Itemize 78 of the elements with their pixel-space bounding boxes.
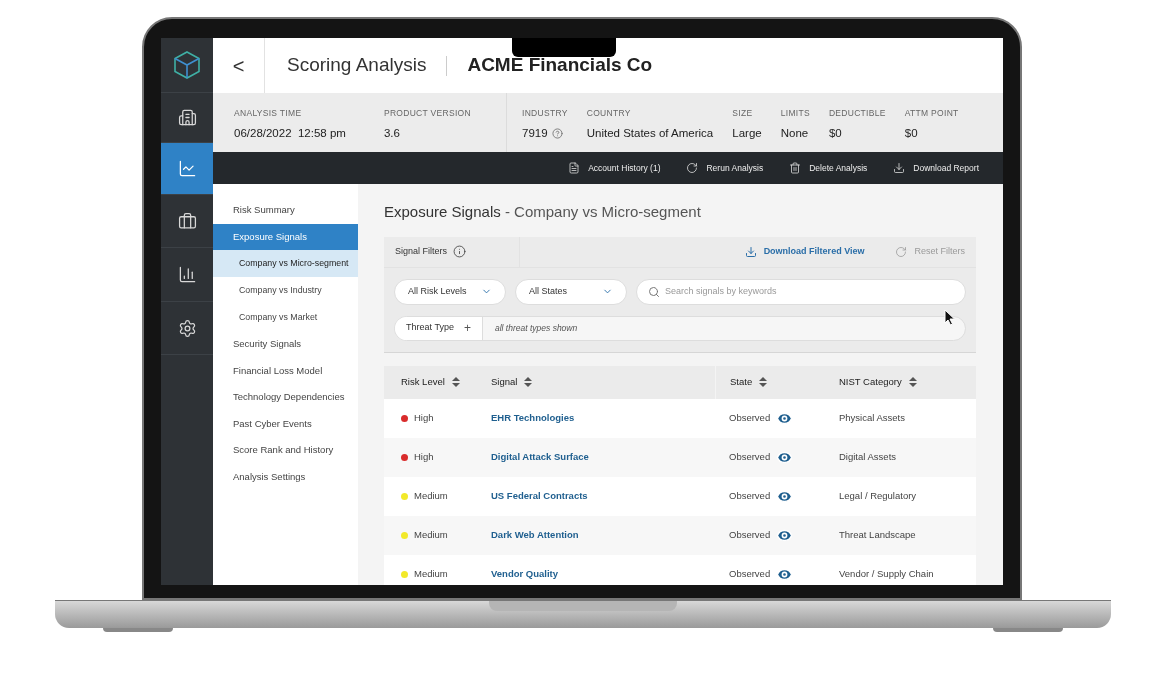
state-value: Observed	[729, 566, 771, 581]
refresh-icon	[895, 245, 908, 258]
column-header[interactable]: Risk Level	[384, 365, 475, 399]
risk-level: High	[414, 449, 434, 464]
info-icon[interactable]	[453, 245, 467, 258]
info-label: ATTM POINT	[904, 107, 959, 120]
info-label: INDUSTRY	[522, 107, 568, 120]
cube-logo-icon	[174, 51, 200, 79]
trash-icon	[789, 162, 802, 174]
info-value: United States of America	[586, 125, 714, 141]
state-value: Observed	[729, 410, 771, 425]
download-view-link[interactable]: Download Filtered View	[744, 244, 865, 259]
download-icon	[893, 162, 906, 174]
action-button[interactable]: Account History (1)	[568, 161, 661, 175]
search-input[interactable]: Search signals by keywords	[665, 284, 954, 299]
page-heading: Scoring Analysis	[287, 53, 427, 78]
filter-dropdown[interactable]: All Risk Levels	[394, 278, 506, 305]
info-value: 3.6	[383, 125, 401, 141]
settings-icon	[177, 318, 197, 338]
filter-dropdown[interactable]: All States	[515, 278, 627, 305]
state-value: Observed	[729, 449, 771, 464]
company-name: ACME Financials Co	[467, 53, 653, 78]
nist-category: Vendor / Supply Chain	[839, 566, 934, 581]
table-row[interactable]: Medium Dark Web Attention Observed Threat Landscape	[384, 515, 976, 555]
download-icon	[744, 245, 757, 258]
action-button[interactable]: Download Report	[893, 161, 979, 175]
info-label: PRODUCT VERSION	[383, 107, 471, 120]
filters-title: Signal Filters	[395, 244, 448, 258]
info-label: LIMITS	[780, 107, 810, 120]
sort-icon	[451, 377, 460, 387]
info-label: DEDUCTIBLE	[828, 107, 886, 120]
building-icon	[177, 108, 197, 127]
state-value: Observed	[729, 488, 771, 503]
line-chart-icon	[177, 159, 197, 178]
threat-type-value: all threat types shown	[495, 321, 578, 335]
info-label: COUNTRY	[586, 107, 632, 120]
info-value: 7919	[522, 125, 548, 141]
nist-category: Digital Assets	[839, 449, 897, 464]
sort-icon	[908, 377, 917, 387]
nist-category: Physical Assets	[839, 410, 905, 425]
risk-level: Medium	[414, 488, 448, 503]
signal-link[interactable]: US Federal Contracts	[491, 489, 588, 501]
signal-link[interactable]: Digital Attack Surface	[491, 450, 589, 462]
action-button[interactable]: Rerun Analysis	[686, 161, 764, 175]
column-header[interactable]: NIST Category	[839, 365, 976, 399]
info-label: SIZE	[732, 107, 754, 120]
risk-level: Medium	[414, 527, 448, 542]
threat-type-button[interactable]: Threat Type +	[395, 316, 483, 340]
document-icon	[568, 162, 581, 174]
refresh-icon	[686, 162, 699, 174]
column-header[interactable]: State	[715, 365, 839, 399]
signal-link[interactable]: EHR Technologies	[491, 411, 575, 423]
sort-icon	[524, 377, 533, 387]
signal-link[interactable]: Vendor Quality	[491, 567, 559, 579]
info-value: $0	[828, 125, 842, 141]
table-row[interactable]: High Digital Attack Surface Observed Digital Assets	[384, 437, 976, 477]
signal-link[interactable]: Dark Web Attention	[491, 528, 579, 540]
info-label: ANALYSIS TIME	[234, 107, 303, 120]
search-field[interactable]: Search signals by keywords	[636, 278, 966, 305]
column-header[interactable]: Signal	[475, 365, 715, 399]
info-value: Large	[732, 125, 762, 141]
search-icon	[648, 285, 660, 298]
risk-level: Medium	[414, 566, 448, 581]
state-value: Observed	[729, 527, 771, 542]
help-icon[interactable]	[551, 127, 563, 139]
nist-category: Legal / Regulatory	[839, 488, 917, 503]
info-value: None	[780, 125, 809, 141]
nav-item[interactable]: Exposure Signals	[213, 223, 358, 250]
nav-item[interactable]: Company vs Micro-segment	[213, 250, 358, 277]
briefcase-icon	[177, 211, 197, 231]
info-value: 06/28/2022 12:58 pm	[234, 125, 346, 141]
action-button[interactable]: Delete Analysis	[789, 161, 868, 175]
section-title: Exposure Signals - Company vs Micro-segment	[384, 202, 702, 222]
sort-icon	[759, 377, 768, 387]
risk-level: High	[414, 410, 434, 425]
nist-category: Threat Landscape	[839, 527, 916, 542]
info-value: $0	[904, 125, 918, 141]
bar-chart-icon	[177, 265, 197, 284]
